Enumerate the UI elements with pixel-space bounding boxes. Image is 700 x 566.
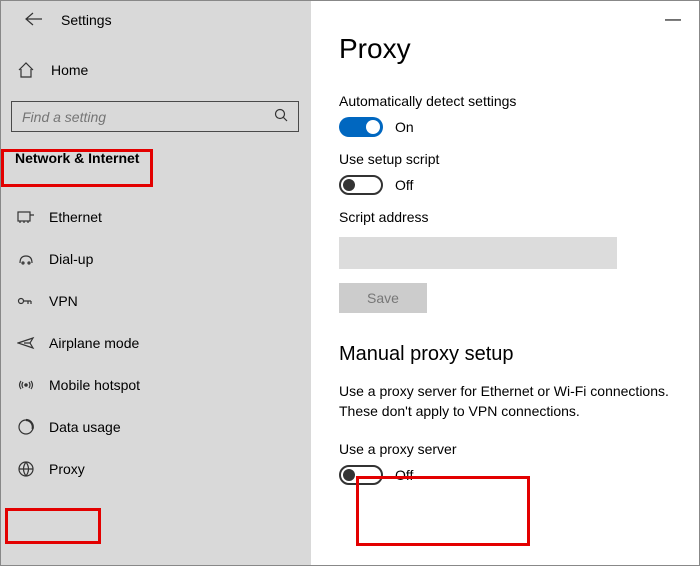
nav-label: Mobile hotspot	[49, 377, 140, 393]
airplane-icon	[17, 334, 35, 352]
search-input[interactable]	[22, 109, 274, 125]
setup-script-state: Off	[395, 177, 413, 193]
use-proxy-label: Use a proxy server	[339, 441, 699, 457]
dialup-icon	[17, 250, 35, 268]
script-address-label: Script address	[339, 209, 699, 225]
sidebar-item-dialup[interactable]: Dial-up	[1, 242, 311, 276]
use-proxy-state: Off	[395, 467, 413, 483]
script-address-input[interactable]	[339, 237, 617, 269]
manual-description: Use a proxy server for Ethernet or Wi-Fi…	[339, 382, 699, 421]
auto-detect-state: On	[395, 119, 414, 135]
content-pane: — Proxy Automatically detect settings On…	[311, 1, 699, 565]
nav-label: Airplane mode	[49, 335, 139, 351]
nav-label: VPN	[49, 293, 78, 309]
titlebar: Settings	[1, 1, 311, 37]
home-icon	[17, 61, 35, 79]
hotspot-icon	[17, 376, 35, 394]
setup-script-label: Use setup script	[339, 151, 699, 167]
vpn-icon	[17, 292, 35, 310]
sidebar-item-vpn[interactable]: VPN	[1, 284, 311, 318]
manual-heading: Manual proxy setup	[339, 343, 699, 366]
auto-detect-label: Automatically detect settings	[339, 93, 699, 109]
home-label: Home	[51, 62, 88, 78]
nav-label: Ethernet	[49, 209, 102, 225]
save-button[interactable]: Save	[339, 283, 427, 313]
highlight-proxy	[5, 508, 101, 544]
window-title: Settings	[61, 12, 112, 28]
sidebar-item-datausage[interactable]: Data usage	[1, 410, 311, 444]
search-box[interactable]	[11, 101, 299, 132]
sidebar-item-home[interactable]: Home	[1, 51, 311, 89]
sidebar-item-hotspot[interactable]: Mobile hotspot	[1, 368, 311, 402]
data-usage-icon	[17, 418, 35, 436]
sidebar-item-airplane[interactable]: Airplane mode	[1, 326, 311, 360]
nav-label: Data usage	[49, 419, 121, 435]
nav-label: Dial-up	[49, 251, 93, 267]
sidebar-item-ethernet[interactable]: Ethernet	[1, 200, 311, 234]
nav-label: Proxy	[49, 461, 85, 477]
proxy-icon	[17, 460, 35, 478]
back-button[interactable]	[25, 11, 43, 29]
section-heading: Network & Internet	[1, 132, 311, 172]
setup-script-toggle[interactable]	[339, 175, 383, 195]
settings-window: Settings Home Network & Internet Etherne…	[0, 0, 700, 566]
ethernet-icon	[17, 208, 35, 226]
nav-list: Ethernet Dial-up VPN Airplane mode Mobil…	[1, 200, 311, 486]
minimize-button[interactable]: —	[665, 11, 681, 29]
sidebar-item-proxy[interactable]: Proxy	[1, 452, 311, 486]
sidebar: Settings Home Network & Internet Etherne…	[1, 1, 311, 565]
page-title: Proxy	[339, 33, 699, 65]
auto-detect-toggle[interactable]	[339, 117, 383, 137]
use-proxy-toggle[interactable]	[339, 465, 383, 485]
search-icon	[274, 108, 288, 125]
